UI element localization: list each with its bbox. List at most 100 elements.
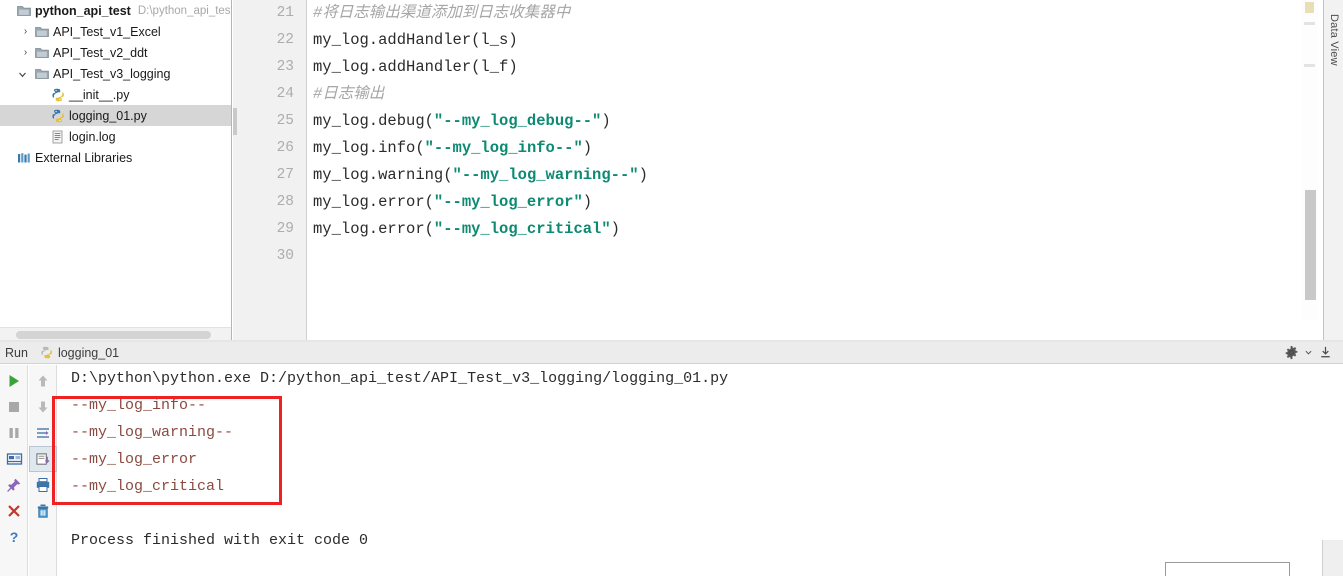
line-number: 26 [276,140,294,156]
project-tree-horizontal-scrollbar[interactable] [0,327,231,340]
code-line[interactable]: #将日志输出渠道添加到日志收集器中 [311,0,1343,27]
wrap-text-icon[interactable] [29,420,57,446]
code-line[interactable]: #日志输出 [311,81,1343,108]
change-marker[interactable] [1304,64,1315,67]
sidebar-item-logging-01-py[interactable]: › logging_01.py [0,105,231,126]
tree-item-label: API_Test_v2_ddt [53,45,148,60]
code-token-string: "--my_log_debug--" [433,112,602,130]
run-panel-title: Run [5,345,28,360]
folder-icon [15,5,32,17]
python-file-icon [49,88,66,102]
pycharm-window: › python_api_test D:\python_api_test › A… [0,0,1343,576]
code-line[interactable]: my_log.addHandler(l_f) [311,54,1343,81]
folder-icon [33,68,50,80]
line-number: 22 [276,32,294,48]
code-line[interactable]: my_log.info("--my_log_info--") [311,135,1343,162]
console-output-line: --my_log_error [71,451,198,468]
tree-item-label: logging_01.py [69,108,147,123]
code-token-string: "--my_log_info--" [424,139,583,157]
close-x-icon[interactable] [0,498,28,524]
scrollbar-thumb[interactable] [1305,190,1316,300]
code-token-code: my_log.debug( [313,112,434,130]
bottom-popup-hint[interactable] [1165,562,1290,576]
code-token-code: my_log.error( [313,193,434,211]
editor-text-area[interactable]: #将日志输出渠道添加到日志收集器中 my_log.addHandler(l_s)… [308,0,1343,320]
code-token-code: ) [582,193,593,211]
code-line[interactable]: my_log.error("--my_log_error") [311,189,1343,216]
stop-button[interactable] [0,394,28,420]
code-line[interactable]: my_log.warning("--my_log_warning--") [311,162,1343,189]
tree-item-label: API_Test_v1_Excel [53,24,161,39]
code-editor[interactable]: 21 22 23 24 25 26 27 28 29 30 #将日志输出渠道添加… [233,0,1343,340]
line-number: 30 [276,248,294,264]
gear-icon[interactable] [1284,345,1299,360]
code-line[interactable] [311,243,1343,270]
arrow-down-icon[interactable] [29,394,57,420]
project-root-label: python_api_test [35,3,131,18]
run-header-actions [1284,345,1343,360]
code-token-string: "--my_log_warning--" [452,166,639,184]
right-tool-window-bar: Data View [1323,0,1343,340]
question-icon[interactable]: ? [0,524,28,550]
project-tool-window[interactable]: › python_api_test D:\python_api_test › A… [0,0,232,340]
sidebar-item-login-log[interactable]: › login.log [0,126,231,147]
code-token-code: ) [610,220,620,238]
chevron-right-icon[interactable]: › [18,26,33,37]
pause-button[interactable] [0,420,28,446]
trash-icon[interactable] [29,498,57,524]
console-command-line: D:\python\python.exe D:/python_api_test/… [71,370,729,387]
rerun-button[interactable] [0,368,28,394]
twisty-placeholder: › [0,153,15,162]
project-root-path: D:\python_api_test [137,4,232,17]
code-token-string: "--my_log_error" [433,193,583,211]
hide-panel-icon[interactable] [1318,345,1333,360]
tree-item-label: login.log [69,129,116,144]
run-actions-toolbar-primary: ? [0,365,28,576]
twisty-placeholder: › [34,90,49,99]
arrow-up-icon[interactable] [29,368,57,394]
twisty-placeholder: › [34,111,49,120]
pin-icon[interactable] [0,472,28,498]
tab-data-view[interactable]: Data View [1324,2,1343,78]
code-token-code: my_log.error( [313,220,434,238]
code-token-string: "--my_log_critical" [433,220,611,238]
line-number: 21 [276,5,294,21]
scrollbar-thumb[interactable] [16,331,211,339]
python-file-icon [40,346,53,359]
data-view-label: Data View [1328,14,1340,66]
sidebar-item-api-test-v1-excel[interactable]: › API_Test_v1_Excel [0,21,231,42]
code-line[interactable]: my_log.addHandler(l_s) [311,27,1343,54]
scroll-end-icon[interactable] [29,446,57,472]
editor-gutter[interactable]: 21 22 23 24 25 26 27 28 29 30 [233,0,307,340]
chevron-down-icon[interactable] [1305,349,1312,356]
sidebar-item-external-libraries[interactable]: › External Libraries [0,147,231,168]
log-file-icon [49,130,66,144]
libraries-icon [15,152,32,164]
code-token-code: ) [601,112,611,130]
gutter-change-marker [233,108,237,135]
code-line[interactable]: my_log.error("--my_log_critical") [311,216,1343,243]
tab-logging-01[interactable]: logging_01 [40,346,119,360]
tree-item-label: API_Test_v3_logging [53,66,171,81]
print-icon[interactable] [29,472,57,498]
run-console-output[interactable]: D:\python\python.exe D:/python_api_test/… [58,365,1343,576]
restore-layout-button[interactable] [0,446,28,472]
sidebar-item-init-py[interactable]: › __init__.py [0,84,231,105]
run-actions-toolbar-secondary [29,365,57,576]
chevron-down-icon[interactable] [18,69,33,79]
python-file-icon [49,109,66,123]
tree-row-project-root[interactable]: › python_api_test D:\python_api_test [0,0,231,21]
line-number: 27 [276,167,294,183]
code-token-code: ) [638,166,648,184]
svg-text:?: ? [10,529,19,545]
bottom-right-strip [1322,540,1343,576]
code-line[interactable]: my_log.debug("--my_log_debug--") [311,108,1343,135]
chevron-right-icon[interactable]: › [18,47,33,58]
sidebar-item-api-test-v2-ddt[interactable]: › API_Test_v2_ddt [0,42,231,63]
sidebar-item-api-test-v3-logging[interactable]: API_Test_v3_logging [0,63,231,84]
folder-icon [33,47,50,59]
twisty-placeholder: › [34,132,49,141]
warning-marker[interactable] [1305,2,1314,13]
change-marker[interactable] [1304,22,1315,25]
